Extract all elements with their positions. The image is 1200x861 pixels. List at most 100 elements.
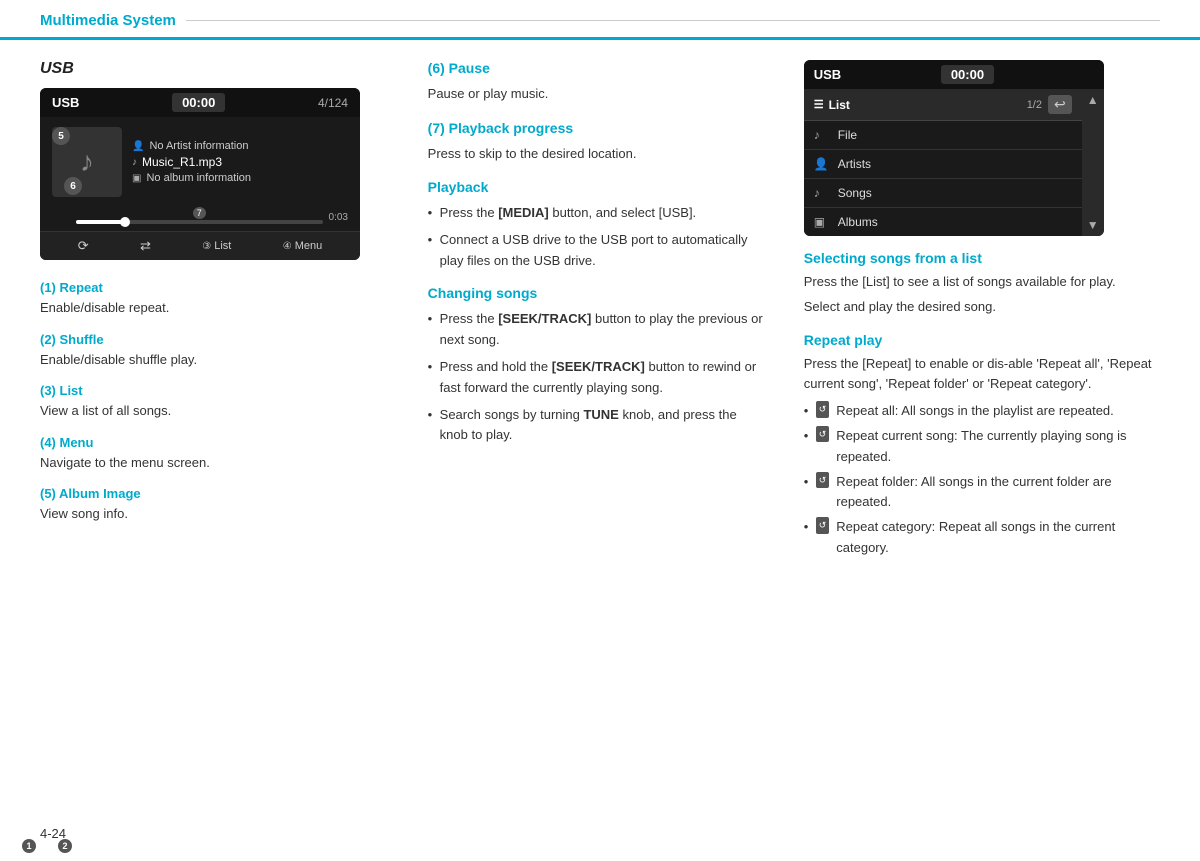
repeat-bullet-2-text: Repeat current song: The currently playi… [836, 426, 1160, 468]
left-column: USB USB 00:00 4/124 5 ♪ 👤 No Artist info… [40, 60, 407, 563]
main-content: USB USB 00:00 4/124 5 ♪ 👤 No Artist info… [0, 40, 1200, 583]
usb-label: USB [52, 95, 79, 110]
item-1-desc: Enable/disable repeat. [40, 298, 387, 318]
changing-bullet-1: Press the [SEEK/TRACK] button to play th… [428, 309, 764, 351]
usb-list-scrollbar: ▲ ▼ [1082, 89, 1104, 236]
usb-list-back-btn[interactable]: ↩ [1048, 95, 1072, 114]
usb-list-btn-label: List [214, 240, 231, 252]
file-label: File [838, 128, 857, 142]
usb-list-item-songs[interactable]: ♪ Songs [804, 179, 1082, 208]
usb-progress-dot [120, 217, 130, 227]
repeat-bullet-4: ↺ Repeat category: Repeat all songs in t… [804, 517, 1160, 559]
repeat-category-icon: ↺ [816, 517, 830, 533]
pause-desc: Pause or play music. [428, 84, 764, 104]
repeat-play-heading: Repeat play [804, 332, 1160, 348]
repeat-icon: ⟳ [78, 238, 89, 254]
playback-bullet-2-text: Connect a USB drive to the USB port to a… [440, 232, 748, 268]
usb-song-line: ♪ Music_R1.mp3 [132, 155, 348, 169]
usb-menu-btn[interactable]: ④ Menu [283, 240, 323, 252]
usb-list-header: ☰ List 1/2 ↩ [804, 89, 1082, 121]
usb-list-mockup: USB 00:00 ☰ List 1/2 ↩ [804, 60, 1104, 236]
usb-track-info: 👤 No Artist information ♪ Music_R1.mp3 ▣… [132, 127, 348, 197]
albums-icon: ▣ [814, 215, 830, 229]
page-header: Multimedia System [0, 0, 1200, 40]
selecting-desc-2: Select and play the desired song. [804, 297, 1160, 318]
circle-num-6: 6 [64, 177, 82, 195]
playback-bullet-1-after: button, and select [USB]. [552, 205, 696, 220]
changing-bullet-3: Search songs by turning TUNE knob, and p… [428, 405, 764, 447]
item-5-desc: View song info. [40, 504, 387, 524]
tune-tag: TUNE [583, 407, 618, 422]
scroll-down-icon[interactable]: ▼ [1087, 218, 1099, 232]
usb-list-top-bar: USB 00:00 [804, 60, 1104, 89]
playback-bullets: Press the [MEDIA] button, and select [US… [428, 203, 764, 271]
usb-list-btn[interactable]: ③ List [202, 240, 231, 252]
usb-menu-btn-label: Menu [295, 240, 323, 252]
changing-bullet-1-before: Press the [440, 311, 499, 326]
repeat-desc: Press the [Repeat] to enable or dis-able… [804, 354, 1160, 396]
artists-label: Artists [838, 157, 871, 171]
usb-shuffle-btn[interactable]: ⇄ [140, 238, 151, 254]
music-note-icon: ♪ [80, 146, 94, 178]
albums-label: Albums [838, 215, 878, 229]
usb-list-label: USB [814, 67, 841, 82]
repeat-folder-icon: ↺ [816, 472, 830, 488]
scroll-up-icon[interactable]: ▲ [1087, 93, 1099, 107]
circle-num-4: ④ [283, 241, 292, 252]
usb-main-area: 5 ♪ 👤 No Artist information ♪ Music_R1.m… [40, 117, 360, 207]
selecting-desc-1: Press the [List] to see a list of songs … [804, 272, 1160, 293]
page-number: 4-24 [40, 826, 66, 841]
usb-track-count: 4/124 [318, 96, 348, 110]
repeat-bullet-1-text: Repeat all: All songs in the playlist ar… [836, 401, 1114, 422]
item-2-heading: (2) Shuffle [40, 332, 387, 347]
header-divider [186, 20, 1160, 21]
person-icon: 👤 [132, 141, 144, 152]
usb-list-item-artists[interactable]: 👤 Artists [804, 150, 1082, 179]
item-4-desc: Navigate to the menu screen. [40, 453, 387, 473]
music-icon: ♪ [132, 157, 137, 168]
item-5: (5) Album Image View song info. [40, 486, 387, 524]
artist-icon: 👤 [814, 157, 830, 171]
playback-bullet-1-before: Press the [440, 205, 499, 220]
repeat-all-icon: ↺ [816, 401, 830, 417]
seek-track-tag-1: [SEEK/TRACK] [498, 311, 591, 326]
usb-artist-line: 👤 No Artist information [132, 140, 348, 152]
usb-list-page: 1/2 [1027, 99, 1042, 111]
selecting-songs-heading: Selecting songs from a list [804, 250, 1160, 266]
playback-bullet-2: Connect a USB drive to the USB port to a… [428, 230, 764, 272]
progress-wrapper: 7 [76, 208, 323, 224]
usb-list-item-albums[interactable]: ▣ Albums [804, 208, 1082, 236]
item-3-desc: View a list of all songs. [40, 401, 387, 421]
item-4-heading: (4) Menu [40, 435, 387, 450]
shuffle-icon: ⇄ [140, 238, 151, 254]
item-3-heading: (3) List [40, 383, 387, 398]
usb-repeat-btn[interactable]: ⟳ [78, 238, 89, 254]
repeat-bullet-3-text: Repeat folder: All songs in the current … [836, 472, 1160, 514]
usb-list-item-file[interactable]: ♪ File [804, 121, 1082, 150]
list-icon: ☰ [814, 98, 824, 111]
usb-time: 00:00 [172, 93, 225, 112]
right-column: USB 00:00 ☰ List 1/2 ↩ [784, 60, 1160, 563]
center-column: (6) Pause Pause or play music. (7) Playb… [407, 60, 784, 563]
playback-bullet-1: Press the [MEDIA] button, and select [US… [428, 203, 764, 224]
changing-bullets: Press the [SEEK/TRACK] button to play th… [428, 309, 764, 446]
playback-progress-desc: Press to skip to the desired location. [428, 144, 764, 164]
item-4: (4) Menu Navigate to the menu screen. [40, 435, 387, 473]
songs-icon: ♪ [814, 186, 830, 200]
circle-num-5: 5 [52, 127, 70, 145]
usb-list-wrapper: ☰ List 1/2 ↩ ♪ File [804, 89, 1104, 236]
usb-album-line: ▣ No album information [132, 172, 348, 184]
usb-progress-bar [76, 220, 323, 224]
repeat-bullet-1: ↺ Repeat all: All songs in the playlist … [804, 401, 1160, 422]
usb-list-items: ♪ File 👤 Artists ♪ Songs ▣ [804, 121, 1082, 236]
album-icon: ▣ [132, 173, 141, 184]
usb-bottom-bar: ⟳ ⇄ ③ List ④ Menu 1 2 [40, 231, 360, 260]
circle-num-3: ③ [202, 241, 211, 252]
item-3: (3) List View a list of all songs. [40, 383, 387, 421]
header-title: Multimedia System [40, 12, 176, 29]
usb-list-inner: ☰ List 1/2 ↩ ♪ File [804, 89, 1082, 236]
usb-top-bar: USB 00:00 4/124 [40, 88, 360, 117]
repeat-bullet-4-text: Repeat category: Repeat all songs in the… [836, 517, 1160, 559]
item-5-heading: (5) Album Image [40, 486, 387, 501]
playback-progress-heading: (7) Playback progress [428, 120, 764, 136]
